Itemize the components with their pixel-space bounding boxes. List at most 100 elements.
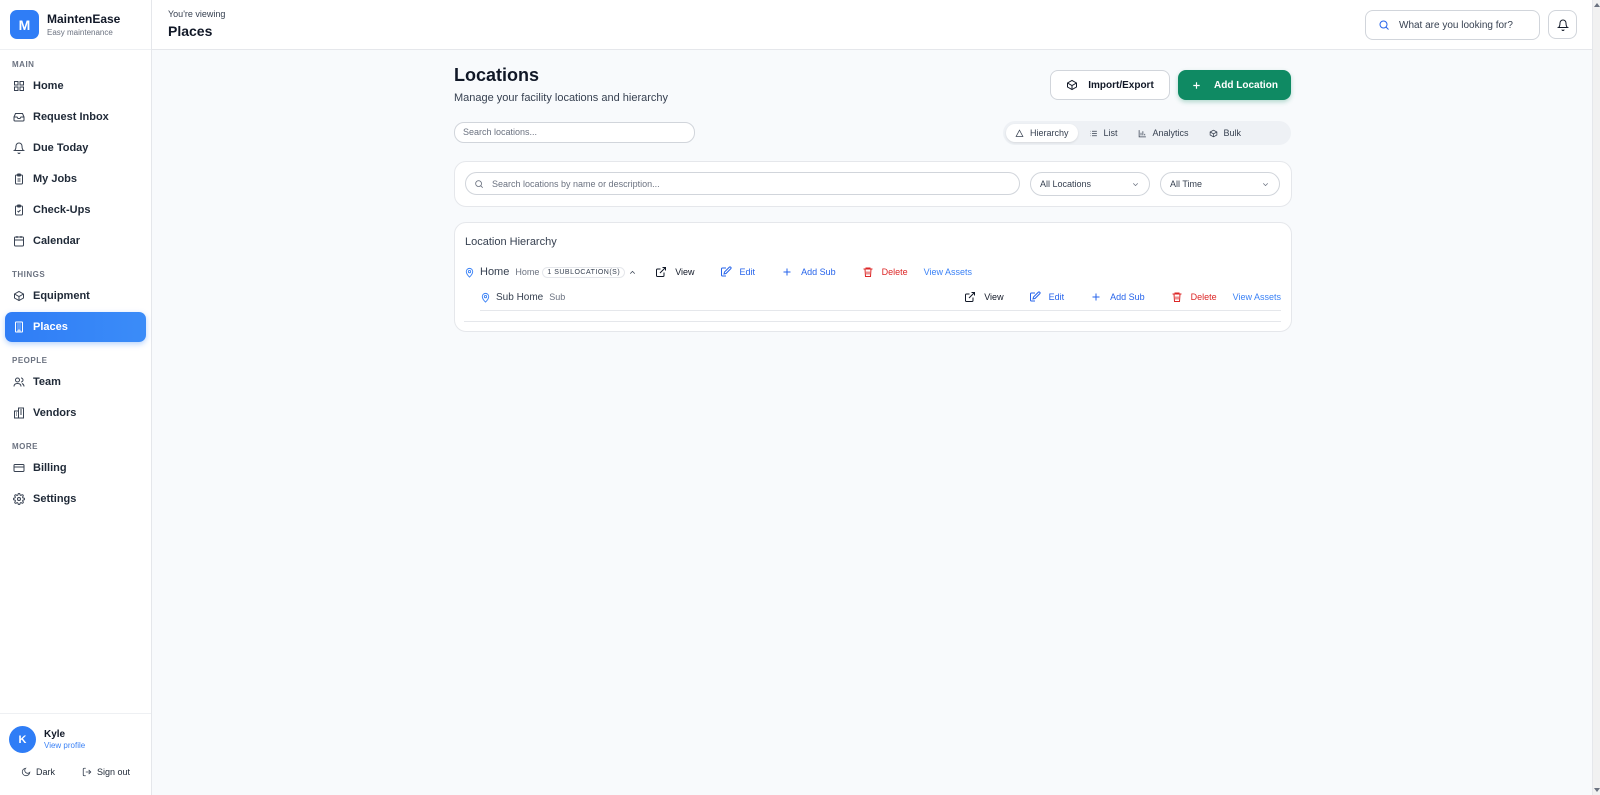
chevron-down-icon	[1262, 182, 1269, 186]
view-profile-link[interactable]: View profile	[44, 741, 85, 750]
plus-icon	[783, 268, 791, 276]
sidebar-item-label: Calendar	[33, 235, 81, 247]
add-location-label: Add Location	[1214, 79, 1278, 91]
users-icon	[13, 377, 25, 387]
hierarchy-title: Location Hierarchy	[465, 236, 557, 248]
clipboard-check-icon	[15, 204, 23, 216]
sign-out-button[interactable]: Sign out	[82, 767, 130, 777]
view-assets-link[interactable]: View Assets	[924, 267, 972, 277]
user-name: Kyle	[44, 729, 66, 740]
filter-card: Search locations by name or description.…	[454, 161, 1292, 207]
chevron-up-icon[interactable]	[628, 268, 637, 277]
trash-icon	[1172, 292, 1182, 302]
sublocation-count-badge: 1 SUBLOCATION(S)	[542, 266, 626, 278]
global-search-input[interactable]: What are you looking for?	[1365, 10, 1540, 40]
row-divider	[464, 321, 1281, 322]
edit-label: Edit	[1048, 292, 1065, 302]
gear-icon	[13, 493, 25, 505]
sidebar-item-billing[interactable]: Billing	[5, 453, 146, 483]
sidebar-item-equipment[interactable]: Equipment	[5, 281, 146, 311]
chevron-down-icon	[1132, 182, 1139, 186]
box-icon	[1067, 79, 1078, 91]
brand[interactable]: M MaintenEase Easy maintenance	[0, 0, 151, 50]
tab-label: List	[1103, 128, 1118, 138]
notifications-button[interactable]	[1548, 10, 1577, 39]
tab-bulk[interactable]: Bulk	[1200, 124, 1251, 142]
add-sub-button[interactable]: Add Sub	[781, 266, 836, 278]
page-title: Locations	[454, 65, 540, 85]
inbox-icon	[13, 113, 25, 122]
scrollbar[interactable]	[1592, 0, 1600, 795]
edit-icon	[720, 266, 732, 277]
sidebar-item-due-today[interactable]: Due Today	[5, 133, 146, 163]
sidebar-item-calendar[interactable]: Calendar	[5, 226, 146, 256]
sidebar-item-label: Places	[33, 321, 68, 333]
sidebar-item-home[interactable]: Home	[5, 71, 146, 101]
grid-icon	[14, 81, 24, 91]
global-search-placeholder: What are you looking for?	[1399, 19, 1513, 31]
tree-icon	[1015, 128, 1024, 137]
dark-mode-label: Dark	[36, 767, 56, 777]
bell-icon	[1556, 19, 1569, 31]
nav-section-more: MORE	[12, 442, 38, 451]
search-icon	[475, 179, 484, 188]
import-export-button[interactable]: Import/Export	[1050, 70, 1170, 100]
sidebar-item-check-ups[interactable]: Check-Ups	[5, 195, 146, 225]
view-tabs: Hierarchy List Analytics Bulk	[1003, 121, 1291, 145]
box-icon	[1209, 129, 1217, 137]
sign-out-icon	[82, 767, 92, 777]
sidebar-item-settings[interactable]: Settings	[5, 484, 146, 514]
import-export-label: Import/Export	[1088, 79, 1154, 91]
delete-button[interactable]: Delete	[1171, 291, 1217, 303]
calendar-icon	[14, 236, 24, 247]
sidebar-item-label: Equipment	[33, 290, 90, 302]
sidebar-footer: K Kyle View profile Dark Sign out	[0, 713, 151, 795]
tab-hierarchy[interactable]: Hierarchy	[1006, 124, 1078, 142]
view-assets-link[interactable]: View Assets	[1233, 292, 1281, 302]
sidebar-item-request-inbox[interactable]: Request Inbox	[5, 102, 146, 132]
hierarchy-row[interactable]: Sub Home Sub View Edit Add Sub Delete Vi…	[480, 286, 1281, 308]
tab-label: Analytics	[1152, 128, 1189, 138]
sidebar-item-label: Settings	[33, 493, 77, 505]
delete-button[interactable]: Delete	[862, 266, 908, 278]
view-button[interactable]: View	[655, 266, 695, 278]
credit-card-icon	[13, 464, 25, 472]
scroll-down-arrow[interactable]	[1594, 788, 1600, 792]
top-bar: You're viewing Places What are you looki…	[152, 0, 1592, 50]
filter-search-input[interactable]: Search locations by name or description.…	[465, 172, 1020, 195]
dark-mode-button[interactable]: Dark	[21, 767, 55, 777]
external-link-icon	[965, 292, 976, 302]
sidebar-item-places[interactable]: Places	[5, 312, 146, 342]
edit-button[interactable]: Edit	[720, 266, 756, 278]
edit-button[interactable]: Edit	[1029, 291, 1065, 303]
sign-out-label: Sign out	[96, 767, 130, 777]
scroll-up-arrow[interactable]	[1594, 3, 1600, 7]
edit-label: Edit	[739, 267, 756, 277]
bell-icon	[13, 142, 25, 154]
nav-section-things: THINGS	[12, 270, 46, 279]
add-sub-button[interactable]: Add Sub	[1090, 291, 1145, 303]
bar-chart-icon	[1138, 129, 1146, 137]
sidebar-item-label: Vendors	[33, 407, 77, 419]
tab-analytics[interactable]: Analytics	[1129, 124, 1198, 142]
sidebar-item-label: Due Today	[33, 142, 89, 154]
sidebar: M MaintenEase Easy maintenance MAIN Home…	[0, 0, 152, 795]
hierarchy-row[interactable]: Home Home 1 SUBLOCATION(S) View Edit Add…	[464, 261, 1282, 283]
sidebar-item-vendors[interactable]: Vendors	[5, 398, 146, 428]
nav-section-main: MAIN	[12, 60, 35, 69]
location-filter-select[interactable]: All Locations	[1030, 172, 1150, 196]
user-profile[interactable]: K Kyle View profile	[9, 726, 142, 753]
locations-search-placeholder: Search locations...	[463, 127, 538, 137]
trash-icon	[863, 267, 873, 277]
view-label: View	[984, 292, 1004, 302]
view-button[interactable]: View	[964, 291, 1004, 303]
sidebar-item-my-jobs[interactable]: My Jobs	[5, 164, 146, 194]
edit-icon	[1029, 291, 1041, 302]
time-filter-select[interactable]: All Time	[1160, 172, 1280, 196]
tab-list[interactable]: List	[1080, 124, 1127, 142]
page-subtitle: Manage your facility locations and hiera…	[454, 92, 669, 104]
locations-search-input[interactable]: Search locations...	[454, 122, 695, 143]
add-location-button[interactable]: Add Location	[1178, 70, 1291, 100]
sidebar-item-team[interactable]: Team	[5, 367, 146, 397]
plus-icon	[1193, 81, 1200, 89]
